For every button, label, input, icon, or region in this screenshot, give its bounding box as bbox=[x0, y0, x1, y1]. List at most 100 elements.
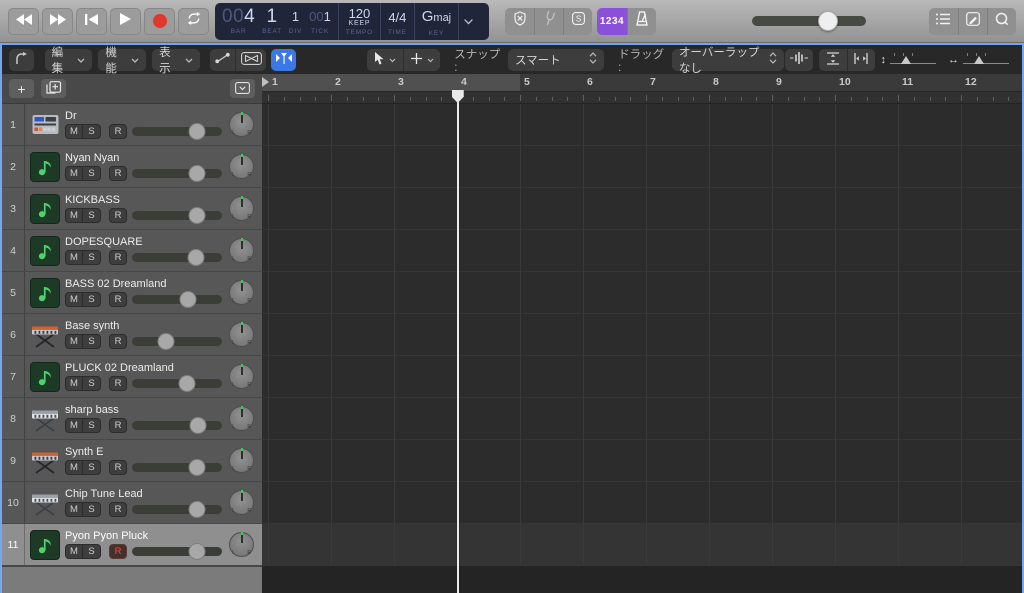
record-enable-button[interactable]: R bbox=[109, 166, 127, 181]
pan-knob[interactable]: L R bbox=[229, 238, 254, 263]
track-row[interactable]: 9 Synth E M S R L R bbox=[2, 440, 262, 482]
catch-playhead-button[interactable] bbox=[271, 48, 297, 71]
solo-button[interactable]: S bbox=[563, 7, 592, 35]
track-row[interactable]: 1 Dr M S R L R bbox=[2, 104, 262, 146]
pan-knob[interactable]: L R bbox=[229, 364, 254, 389]
lane-row[interactable] bbox=[262, 188, 1022, 230]
track-row[interactable]: 10 Chip Tune Lead M S R L R bbox=[2, 482, 262, 524]
track-row[interactable]: 4 DOPESQUARE M S R L R bbox=[2, 230, 262, 272]
solo-button[interactable]: S bbox=[83, 166, 101, 181]
count-in-button[interactable]: 1234 bbox=[597, 7, 627, 35]
command-click-tool-menu[interactable] bbox=[403, 48, 441, 71]
solo-button[interactable]: S bbox=[83, 376, 101, 391]
note-pads-button[interactable] bbox=[958, 7, 987, 35]
solo-button[interactable]: S bbox=[83, 292, 101, 307]
lane-row[interactable] bbox=[262, 356, 1022, 398]
track-volume-thumb[interactable] bbox=[188, 123, 206, 140]
play-button[interactable] bbox=[110, 7, 141, 35]
track-volume-slider[interactable] bbox=[132, 459, 222, 476]
track-volume-slider[interactable] bbox=[132, 165, 222, 182]
solo-button[interactable]: S bbox=[83, 544, 101, 559]
pan-knob[interactable]: L R bbox=[229, 448, 254, 473]
mute-button[interactable]: M bbox=[65, 334, 83, 349]
track-volume-thumb[interactable] bbox=[187, 249, 205, 266]
menu-functions[interactable]: 機能 bbox=[98, 47, 147, 75]
lane-row[interactable] bbox=[262, 230, 1022, 272]
track-volume-thumb[interactable] bbox=[188, 501, 206, 518]
track-volume-thumb[interactable] bbox=[188, 207, 206, 224]
horizontal-zoom-slider[interactable] bbox=[963, 51, 1015, 69]
solo-button[interactable]: S bbox=[83, 250, 101, 265]
lcd-key[interactable]: Gmaj KEY bbox=[413, 2, 458, 40]
rewind-button[interactable] bbox=[8, 7, 39, 35]
replace-button[interactable] bbox=[505, 7, 534, 35]
bar-ruler[interactable]: 1 2 3 4 5 6 7 8 9 10 11 12 bbox=[262, 74, 1022, 91]
record-enable-button[interactable]: R bbox=[109, 376, 127, 391]
track-volume-slider[interactable] bbox=[132, 417, 222, 434]
lane-row[interactable] bbox=[262, 482, 1022, 524]
track-panel-empty-area[interactable] bbox=[2, 566, 262, 593]
pan-knob[interactable]: L R bbox=[229, 406, 254, 431]
track-volume-slider[interactable] bbox=[132, 543, 222, 560]
tuner-button[interactable] bbox=[534, 7, 563, 35]
record-enable-button[interactable]: R bbox=[109, 250, 127, 265]
playhead-line[interactable] bbox=[457, 90, 459, 593]
lcd-tempo[interactable]: 120 KEEP TEMPO bbox=[337, 2, 380, 40]
pan-knob[interactable]: L R bbox=[229, 490, 254, 515]
menu-view[interactable]: 表示 bbox=[152, 47, 200, 75]
track-row[interactable]: 8 sharp bass M S R L R bbox=[2, 398, 262, 440]
midi-draw-button[interactable] bbox=[235, 48, 267, 71]
back-arrow-button[interactable] bbox=[9, 48, 34, 71]
solo-button[interactable]: S bbox=[83, 208, 101, 223]
duplicate-track-button[interactable] bbox=[41, 79, 66, 98]
arrange-grid[interactable] bbox=[262, 104, 1022, 593]
left-click-tool-menu[interactable] bbox=[367, 48, 404, 71]
automation-button[interactable] bbox=[209, 48, 236, 71]
track-volume-slider[interactable] bbox=[132, 123, 222, 140]
track-volume-slider[interactable] bbox=[132, 207, 222, 224]
track-volume-thumb[interactable] bbox=[188, 459, 206, 476]
record-enable-button[interactable]: R bbox=[109, 124, 127, 139]
vertical-auto-zoom-button[interactable] bbox=[818, 48, 847, 71]
lane-row[interactable] bbox=[262, 104, 1022, 146]
track-volume-thumb[interactable] bbox=[188, 543, 206, 560]
loop-browser-button[interactable] bbox=[987, 7, 1016, 35]
track-volume-slider[interactable] bbox=[132, 333, 222, 350]
track-row[interactable]: 11 Pyon Pyon Pluck M S R L R bbox=[2, 524, 262, 566]
beat-ruler[interactable] bbox=[262, 91, 1022, 104]
lane-row[interactable] bbox=[262, 398, 1022, 440]
record-enable-button[interactable]: R bbox=[109, 208, 127, 223]
mute-button[interactable]: M bbox=[65, 460, 83, 475]
fast-forward-button[interactable] bbox=[42, 7, 73, 35]
mute-button[interactable]: M bbox=[65, 292, 83, 307]
vertical-zoom-thumb[interactable] bbox=[900, 55, 911, 64]
track-row[interactable]: 2 Nyan Nyan M S R L R bbox=[2, 146, 262, 188]
mute-button[interactable]: M bbox=[65, 376, 83, 391]
track-header-options-button[interactable] bbox=[230, 79, 255, 98]
solo-button[interactable]: S bbox=[83, 460, 101, 475]
record-enable-button[interactable]: R bbox=[109, 418, 127, 433]
track-volume-slider[interactable] bbox=[132, 501, 222, 518]
waveform-zoom-button[interactable] bbox=[784, 48, 813, 71]
horizontal-zoom-thumb[interactable] bbox=[973, 55, 984, 64]
record-enable-button[interactable]: R bbox=[109, 502, 127, 517]
lane-row[interactable] bbox=[262, 272, 1022, 314]
mute-button[interactable]: M bbox=[65, 208, 83, 223]
snap-dropdown[interactable]: スマート bbox=[508, 48, 605, 71]
lcd-position[interactable]: 004 BAR 1 BEAT 1 DIV 00 1 TICK bbox=[215, 3, 338, 40]
track-row[interactable]: 5 BASS 02 Dreamland M S R L R bbox=[2, 272, 262, 314]
record-enable-button[interactable]: R bbox=[109, 334, 127, 349]
record-enable-button[interactable]: R bbox=[109, 292, 127, 307]
horizontal-auto-zoom-button[interactable] bbox=[846, 48, 875, 71]
track-volume-thumb[interactable] bbox=[179, 291, 197, 308]
master-volume-slider[interactable] bbox=[752, 11, 866, 31]
pan-knob[interactable]: L R bbox=[229, 112, 254, 137]
track-volume-thumb[interactable] bbox=[157, 333, 175, 350]
solo-button[interactable]: S bbox=[83, 418, 101, 433]
track-volume-slider[interactable] bbox=[132, 249, 222, 266]
menu-edit[interactable]: 編集 bbox=[44, 47, 93, 75]
track-row[interactable]: 3 KICKBASS M S R L R bbox=[2, 188, 262, 230]
cycle-button[interactable] bbox=[178, 7, 209, 35]
mute-button[interactable]: M bbox=[65, 124, 83, 139]
lane-row[interactable] bbox=[262, 440, 1022, 482]
